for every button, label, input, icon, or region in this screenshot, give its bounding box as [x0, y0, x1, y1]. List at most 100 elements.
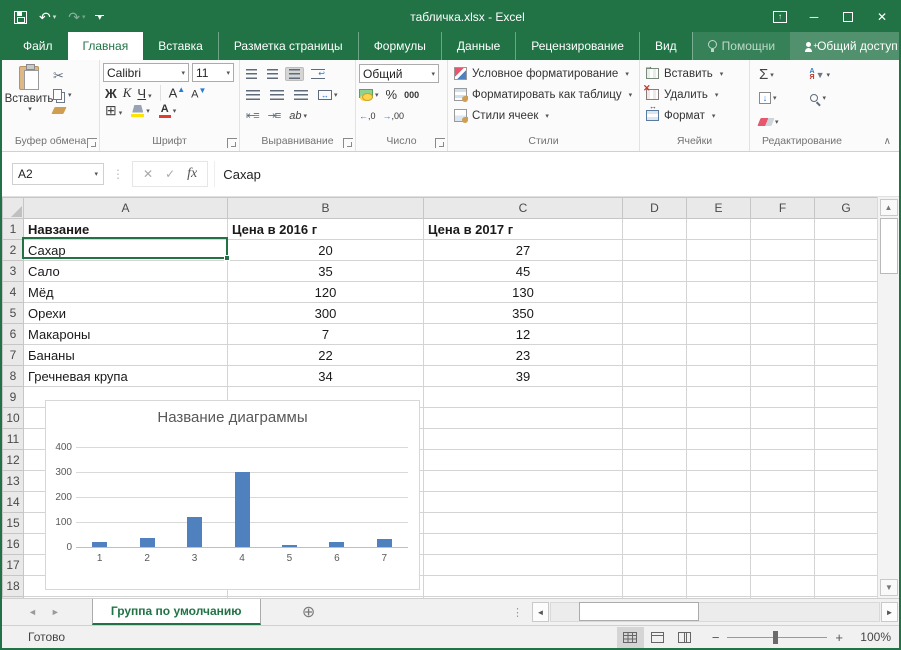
row-header-11[interactable]: 11: [3, 429, 24, 450]
cell-D3[interactable]: [623, 261, 687, 282]
cell-F13[interactable]: [751, 471, 815, 492]
cell-G7[interactable]: [815, 345, 878, 366]
cell-G5[interactable]: [815, 303, 878, 324]
cell-B6[interactable]: 7: [228, 324, 424, 345]
delete-cells-button[interactable]: Удалить▾: [646, 84, 746, 105]
cell-G16[interactable]: [815, 534, 878, 555]
cell-E6[interactable]: [687, 324, 751, 345]
cell-E4[interactable]: [687, 282, 751, 303]
tab-данные[interactable]: Данные: [441, 32, 515, 60]
cell-C15[interactable]: [424, 513, 623, 534]
cell-E2[interactable]: [687, 240, 751, 261]
cell-D1[interactable]: [623, 219, 687, 240]
cell-G15[interactable]: [815, 513, 878, 534]
cell-E1[interactable]: [687, 219, 751, 240]
name-box[interactable]: A2▾: [12, 163, 104, 185]
bold-button[interactable]: Ж: [105, 86, 117, 101]
horizontal-scrollbar[interactable]: [550, 602, 880, 622]
cell-G3[interactable]: [815, 261, 878, 282]
cell-styles-button[interactable]: Стили ячеек▾: [454, 105, 636, 126]
cell-G14[interactable]: [815, 492, 878, 513]
cell-F16[interactable]: [751, 534, 815, 555]
chart-bar-2[interactable]: [140, 538, 155, 547]
cell-D18[interactable]: [623, 576, 687, 597]
cell-C7[interactable]: 23: [424, 345, 623, 366]
cell-D14[interactable]: [623, 492, 687, 513]
view-page-break-button[interactable]: [671, 627, 698, 648]
zoom-out-button[interactable]: −: [712, 630, 720, 645]
alignment-dialog-launcher-icon[interactable]: [343, 138, 353, 148]
cell-G11[interactable]: [815, 429, 878, 450]
view-normal-button[interactable]: [617, 627, 644, 648]
row-header-5[interactable]: 5: [3, 303, 24, 324]
cell-F4[interactable]: [751, 282, 815, 303]
zoom-level[interactable]: 100%: [853, 630, 891, 644]
cell-F12[interactable]: [751, 450, 815, 471]
row-header-10[interactable]: 10: [3, 408, 24, 429]
cell-G9[interactable]: [815, 387, 878, 408]
tab-общий-доступ[interactable]: Общий доступ: [790, 32, 901, 60]
scroll-up-icon[interactable]: ▲: [880, 199, 898, 216]
cell-G17[interactable]: [815, 555, 878, 576]
cell-E17[interactable]: [687, 555, 751, 576]
cell-E7[interactable]: [687, 345, 751, 366]
cell-F5[interactable]: [751, 303, 815, 324]
cell-G10[interactable]: [815, 408, 878, 429]
cell-E9[interactable]: [687, 387, 751, 408]
row-header-14[interactable]: 14: [3, 492, 24, 513]
row-header-3[interactable]: 3: [3, 261, 24, 282]
chart-bar-1[interactable]: [92, 542, 107, 547]
wrap-text-button[interactable]: ↩: [308, 68, 328, 80]
cell-G13[interactable]: [815, 471, 878, 492]
cell-C17[interactable]: [424, 555, 623, 576]
cell-D12[interactable]: [623, 450, 687, 471]
column-header-F[interactable]: F: [751, 198, 815, 219]
cell-F8[interactable]: [751, 366, 815, 387]
fill-color-button[interactable]: ▾: [131, 105, 150, 117]
row-header-4[interactable]: 4: [3, 282, 24, 303]
cell-F3[interactable]: [751, 261, 815, 282]
cell-D13[interactable]: [623, 471, 687, 492]
cell-D10[interactable]: [623, 408, 687, 429]
cell-A6[interactable]: Макароны: [24, 324, 228, 345]
add-sheet-button[interactable]: ⊕: [299, 599, 319, 625]
minimize-button[interactable]: ─: [797, 2, 831, 32]
vertical-scroll-thumb[interactable]: [880, 218, 898, 274]
row-header-13[interactable]: 13: [3, 471, 24, 492]
cell-A2[interactable]: Сахар: [24, 240, 228, 261]
cell-F18[interactable]: [751, 576, 815, 597]
chart-bar-3[interactable]: [187, 517, 202, 547]
cell-C16[interactable]: [424, 534, 623, 555]
view-page-layout-button[interactable]: [644, 627, 671, 648]
cell-C12[interactable]: [424, 450, 623, 471]
cell-E14[interactable]: [687, 492, 751, 513]
cell-B7[interactable]: 22: [228, 345, 424, 366]
ribbon-display-options-button[interactable]: ↑: [763, 2, 797, 32]
row-header-18[interactable]: 18: [3, 576, 24, 597]
cell-F9[interactable]: [751, 387, 815, 408]
row-header-6[interactable]: 6: [3, 324, 24, 345]
column-header-E[interactable]: E: [687, 198, 751, 219]
cell-F10[interactable]: [751, 408, 815, 429]
save-button[interactable]: [14, 11, 27, 24]
cell-C14[interactable]: [424, 492, 623, 513]
cell-B3[interactable]: 35: [228, 261, 424, 282]
cell-D16[interactable]: [623, 534, 687, 555]
row-header-9[interactable]: 9: [3, 387, 24, 408]
font-name-combo[interactable]: Calibri▾: [103, 63, 189, 82]
tab-разметка-страницы[interactable]: Разметка страницы: [218, 32, 358, 60]
maximize-button[interactable]: [831, 2, 865, 32]
number-dialog-launcher-icon[interactable]: [435, 138, 445, 148]
clear-button[interactable]: ▾: [759, 111, 800, 132]
cell-C5[interactable]: 350: [424, 303, 623, 324]
cell-G4[interactable]: [815, 282, 878, 303]
increase-indent-button[interactable]: ⇥≡: [265, 108, 283, 123]
cell-F7[interactable]: [751, 345, 815, 366]
scroll-down-icon[interactable]: ▼: [880, 579, 898, 596]
column-header-G[interactable]: G: [815, 198, 878, 219]
column-header-D[interactable]: D: [623, 198, 687, 219]
align-left-button[interactable]: [243, 89, 263, 101]
insert-cells-button[interactable]: Вставить▾: [646, 63, 746, 84]
cell-E8[interactable]: [687, 366, 751, 387]
cell-F17[interactable]: [751, 555, 815, 576]
